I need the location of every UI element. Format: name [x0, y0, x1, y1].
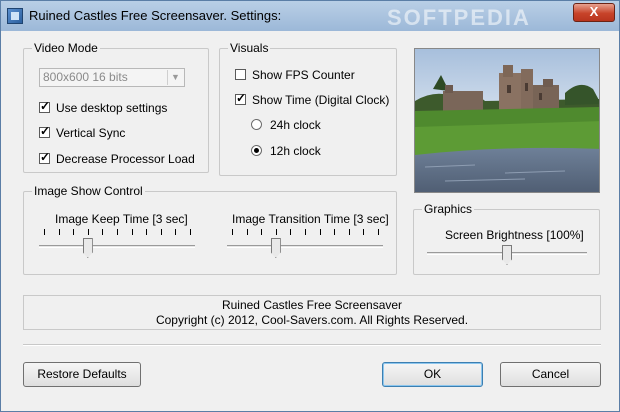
slider-tick [190, 229, 191, 235]
image-transition-time-slider[interactable] [227, 229, 383, 263]
resolution-select[interactable]: 800x600 16 bits ▼ [39, 68, 185, 87]
copyright-text: Copyright (c) 2012, Cool-Savers.com. All… [155, 313, 469, 327]
castle-photo [415, 49, 599, 192]
softpedia-watermark: SOFTPEDIA [387, 5, 531, 30]
close-icon: X [589, 4, 599, 19]
use-desktop-settings-checkbox[interactable]: Use desktop settings [39, 99, 168, 117]
clock-24h-label: 24h clock [270, 118, 321, 132]
close-button[interactable]: X [573, 3, 615, 22]
slider-thumb[interactable] [270, 238, 281, 258]
slider-tick [44, 229, 45, 235]
slider-tick [319, 229, 321, 235]
checkbox-icon [39, 99, 50, 113]
slider-tick [261, 229, 263, 235]
checkbox-icon [39, 124, 50, 138]
app-icon [7, 8, 23, 24]
slider-track [227, 245, 383, 248]
slider-tick [290, 229, 292, 235]
slider-tick [131, 229, 133, 235]
slider-tick [102, 229, 104, 235]
checkbox-icon [235, 91, 246, 105]
decrease-processor-load-checkbox[interactable]: Decrease Processor Load [39, 150, 195, 168]
checkbox-icon [39, 150, 50, 164]
copyright-box: Ruined Castles Free Screensaver Copyrigh… [23, 295, 601, 330]
resolution-value: 800x600 16 bits [43, 70, 128, 84]
screen-brightness-slider[interactable] [427, 243, 587, 267]
slider-tick [275, 229, 277, 235]
ok-button[interactable]: OK [382, 362, 483, 387]
chevron-down-icon: ▼ [167, 70, 183, 85]
graphics-legend: Graphics [422, 202, 475, 216]
settings-window: Ruined Castles Free Screensaver. Setting… [0, 0, 620, 412]
screen-brightness-label: Screen Brightness [100%] [445, 228, 584, 242]
window-title: Ruined Castles Free Screensaver. Setting… [29, 8, 282, 23]
slider-ticks [44, 229, 191, 235]
slider-tick [378, 229, 379, 235]
slider-ticks [232, 229, 379, 235]
video-mode-legend: Video Mode [32, 41, 100, 55]
slider-tick [232, 229, 233, 235]
show-fps-checkbox[interactable]: Show FPS Counter [235, 68, 355, 84]
clock-12h-label: 12h clock [270, 144, 321, 158]
slider-tick [348, 229, 350, 235]
checkbox-icon [235, 69, 246, 80]
show-time-checkbox[interactable]: Show Time (Digital Clock) [235, 91, 390, 109]
app-name-text: Ruined Castles Free Screensaver [221, 298, 403, 312]
dialog-client: Video Mode 800x600 16 bits ▼ Use desktop… [9, 31, 611, 405]
radio-icon [251, 145, 262, 156]
restore-defaults-button[interactable]: Restore Defaults [23, 362, 141, 387]
slider-tick [58, 229, 60, 235]
castle-preview-image [414, 48, 600, 193]
cancel-button[interactable]: Cancel [500, 362, 601, 387]
show-fps-label: Show FPS Counter [252, 68, 355, 82]
slider-tick [117, 229, 118, 235]
vertical-sync-label: Vertical Sync [56, 126, 126, 140]
image-show-control-legend: Image Show Control [32, 184, 145, 198]
clock-24h-radio[interactable]: 24h clock [251, 118, 321, 134]
slider-tick [334, 229, 336, 235]
slider-thumb[interactable] [82, 238, 93, 258]
slider-tick [305, 229, 306, 235]
decrease-processor-load-label: Decrease Processor Load [56, 152, 195, 166]
slider-tick [160, 229, 162, 235]
image-keep-time-slider[interactable] [39, 229, 195, 263]
image-transition-time-label: Image Transition Time [3 sec] [232, 212, 389, 226]
slider-track [39, 245, 195, 248]
image-keep-time-label: Image Keep Time [3 sec] [55, 212, 188, 226]
divider [23, 344, 601, 346]
radio-icon [251, 119, 262, 130]
slider-tick [87, 229, 89, 235]
slider-tick [363, 229, 365, 235]
visuals-legend: Visuals [228, 41, 271, 55]
slider-tick [175, 229, 177, 235]
slider-tick [146, 229, 148, 235]
slider-thumb[interactable] [502, 245, 512, 265]
vertical-sync-checkbox[interactable]: Vertical Sync [39, 124, 126, 142]
title-bar[interactable]: Ruined Castles Free Screensaver. Setting… [1, 1, 619, 31]
slider-tick [73, 229, 75, 235]
slider-tick [246, 229, 248, 235]
use-desktop-settings-label: Use desktop settings [56, 101, 168, 115]
clock-12h-radio[interactable]: 12h clock [251, 144, 321, 160]
show-time-label: Show Time (Digital Clock) [252, 93, 390, 107]
